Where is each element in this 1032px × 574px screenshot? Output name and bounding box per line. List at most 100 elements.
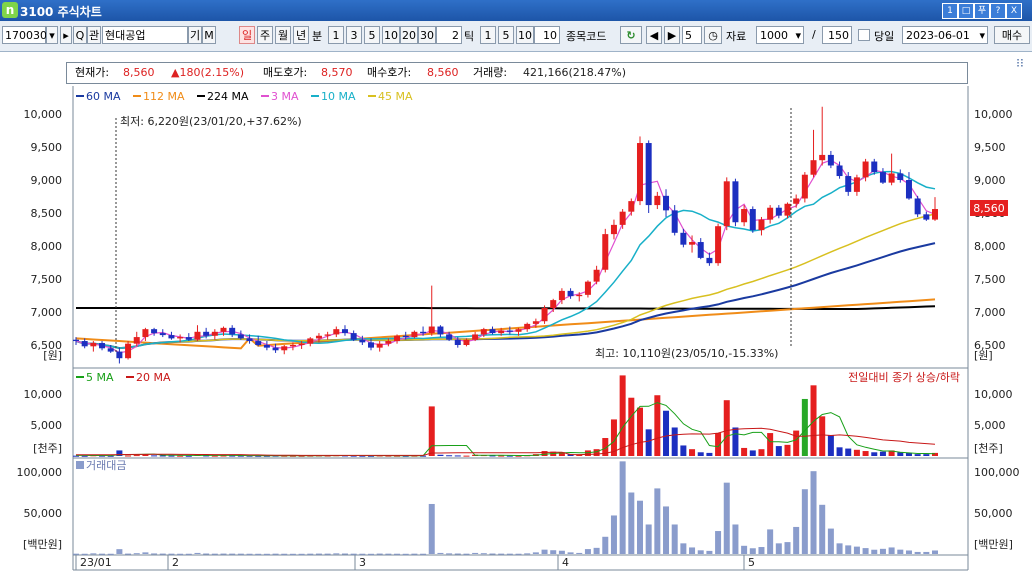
refresh-icon[interactable]: ↻ [620, 26, 642, 44]
volume-bar [758, 449, 765, 456]
amount-bar [263, 553, 270, 555]
candle-body [125, 343, 132, 359]
title-bar: n 3100 주식차트 1 □ 푸 ? X [0, 0, 1032, 21]
minute-30-button[interactable]: 30 [418, 26, 436, 44]
volume-bar [463, 455, 470, 457]
amount-bar [697, 550, 704, 554]
prev-arrow-icon[interactable]: ◀ [646, 26, 662, 44]
volume-bar [168, 455, 175, 457]
volume-bar [437, 454, 444, 456]
volume-bar [125, 455, 132, 457]
tick-1-button[interactable]: 1 [480, 26, 496, 44]
amount-bar [853, 546, 860, 554]
code-next-icon[interactable]: ▸ [60, 26, 72, 44]
tab-yearly[interactable]: 년 [293, 26, 309, 44]
minute-input[interactable]: 2 [436, 26, 462, 44]
side-panel-toggle[interactable]: ⁝⁝ [1012, 56, 1028, 72]
volume-bar [133, 455, 140, 457]
amount-bar [402, 553, 409, 555]
tick-input[interactable]: 10 [534, 26, 560, 44]
candle-body [593, 269, 600, 282]
amount-tick-label: 100,000 [974, 466, 1020, 479]
candle-body [723, 181, 730, 227]
amount-bar [237, 553, 244, 555]
stock-name-field[interactable]: 현대공업 [102, 26, 188, 44]
candle-body [480, 329, 487, 335]
price-tick-label: 8,500 [31, 207, 63, 220]
volume-bar [185, 455, 192, 457]
window-unpin-button[interactable]: 푸 [974, 3, 990, 19]
candle-body [827, 154, 834, 166]
tab-weekly[interactable]: 주 [257, 26, 273, 44]
amount-tick-label: 50,000 [974, 507, 1013, 520]
amount-bar [610, 515, 617, 554]
volume-bar [749, 450, 756, 456]
nav-step-input[interactable]: 5 [682, 26, 702, 44]
stock-code-input[interactable]: 170030 [2, 26, 47, 44]
amount-bar [446, 553, 453, 555]
minute-3-button[interactable]: 3 [346, 26, 362, 44]
candle-body [194, 331, 201, 340]
next-arrow-icon[interactable]: ▶ [664, 26, 680, 44]
amount-bar [628, 492, 635, 554]
candle-body [697, 242, 704, 258]
price-tick-label: 10,000 [974, 108, 1013, 121]
favorite-button[interactable]: 관 [87, 26, 101, 44]
candle-body [524, 323, 531, 330]
volume-bar [879, 451, 886, 456]
amount-bar [801, 489, 808, 554]
tab-daily[interactable]: 일 [239, 26, 255, 44]
stock-chart[interactable]: 10,000 10,000 9,500 9,500 9,000 9,000 8,500 8,5… [0, 52, 1032, 572]
minute-label: 분 [312, 30, 323, 43]
candle-body [376, 343, 383, 348]
volume-bar [177, 455, 184, 457]
amount-bar [871, 549, 878, 554]
minute-10-button[interactable]: 10 [382, 26, 400, 44]
data-count-select[interactable]: 1000 ▾ [756, 26, 804, 44]
minute-1-button[interactable]: 1 [328, 26, 344, 44]
amount-bar [532, 552, 539, 554]
tab-monthly[interactable]: 월 [275, 26, 291, 44]
clock-icon[interactable]: ◷ [704, 26, 722, 44]
amount-bar [194, 552, 201, 554]
volume-bar [446, 455, 453, 457]
tick-5-button[interactable]: 5 [498, 26, 514, 44]
volume-bar [784, 444, 791, 456]
window-close-button[interactable]: X [1006, 3, 1022, 19]
candle-body [472, 334, 479, 340]
window-help-button[interactable]: ? [990, 3, 1006, 19]
candle-body [315, 335, 322, 339]
amount-bar [810, 471, 817, 554]
volume-tick-label: 5,000 [974, 419, 1006, 432]
tick-10-button[interactable]: 10 [516, 26, 534, 44]
amount-bar [680, 543, 687, 554]
month-label: 23/01 [80, 556, 112, 569]
volume-bar [723, 400, 730, 456]
amount-bar [185, 553, 192, 555]
amount-bar [480, 553, 487, 555]
search-icon[interactable]: Q [73, 26, 87, 44]
candle-body [853, 177, 860, 192]
amount-bar [819, 504, 826, 554]
buy-button[interactable]: 매수 [994, 26, 1030, 44]
info-button[interactable]: 기 [188, 26, 202, 44]
candle-body [90, 343, 97, 347]
candle-body [689, 242, 696, 245]
code-dropdown-icon[interactable]: ▾ [46, 26, 58, 44]
amount-bar [368, 553, 375, 555]
memo-button[interactable]: M [202, 26, 216, 44]
window-restore-button[interactable]: □ [958, 3, 974, 19]
date-select[interactable]: 2023-06-01 ▾ [902, 26, 988, 44]
same-day-checkbox[interactable] [858, 29, 870, 41]
window-pin-button[interactable]: 1 [942, 3, 958, 19]
minute-5-button[interactable]: 5 [364, 26, 380, 44]
data-count-value: 1000 [760, 29, 788, 42]
amount-bar [827, 528, 834, 554]
candle-body [680, 232, 687, 245]
price-legend-label: 45 MA [378, 90, 413, 103]
candle-body [168, 335, 175, 339]
minute-20-button[interactable]: 20 [400, 26, 418, 44]
total-count-input[interactable]: 150 [822, 26, 852, 44]
price-tick-label: 7,500 [31, 273, 63, 286]
candle-body [758, 219, 765, 231]
